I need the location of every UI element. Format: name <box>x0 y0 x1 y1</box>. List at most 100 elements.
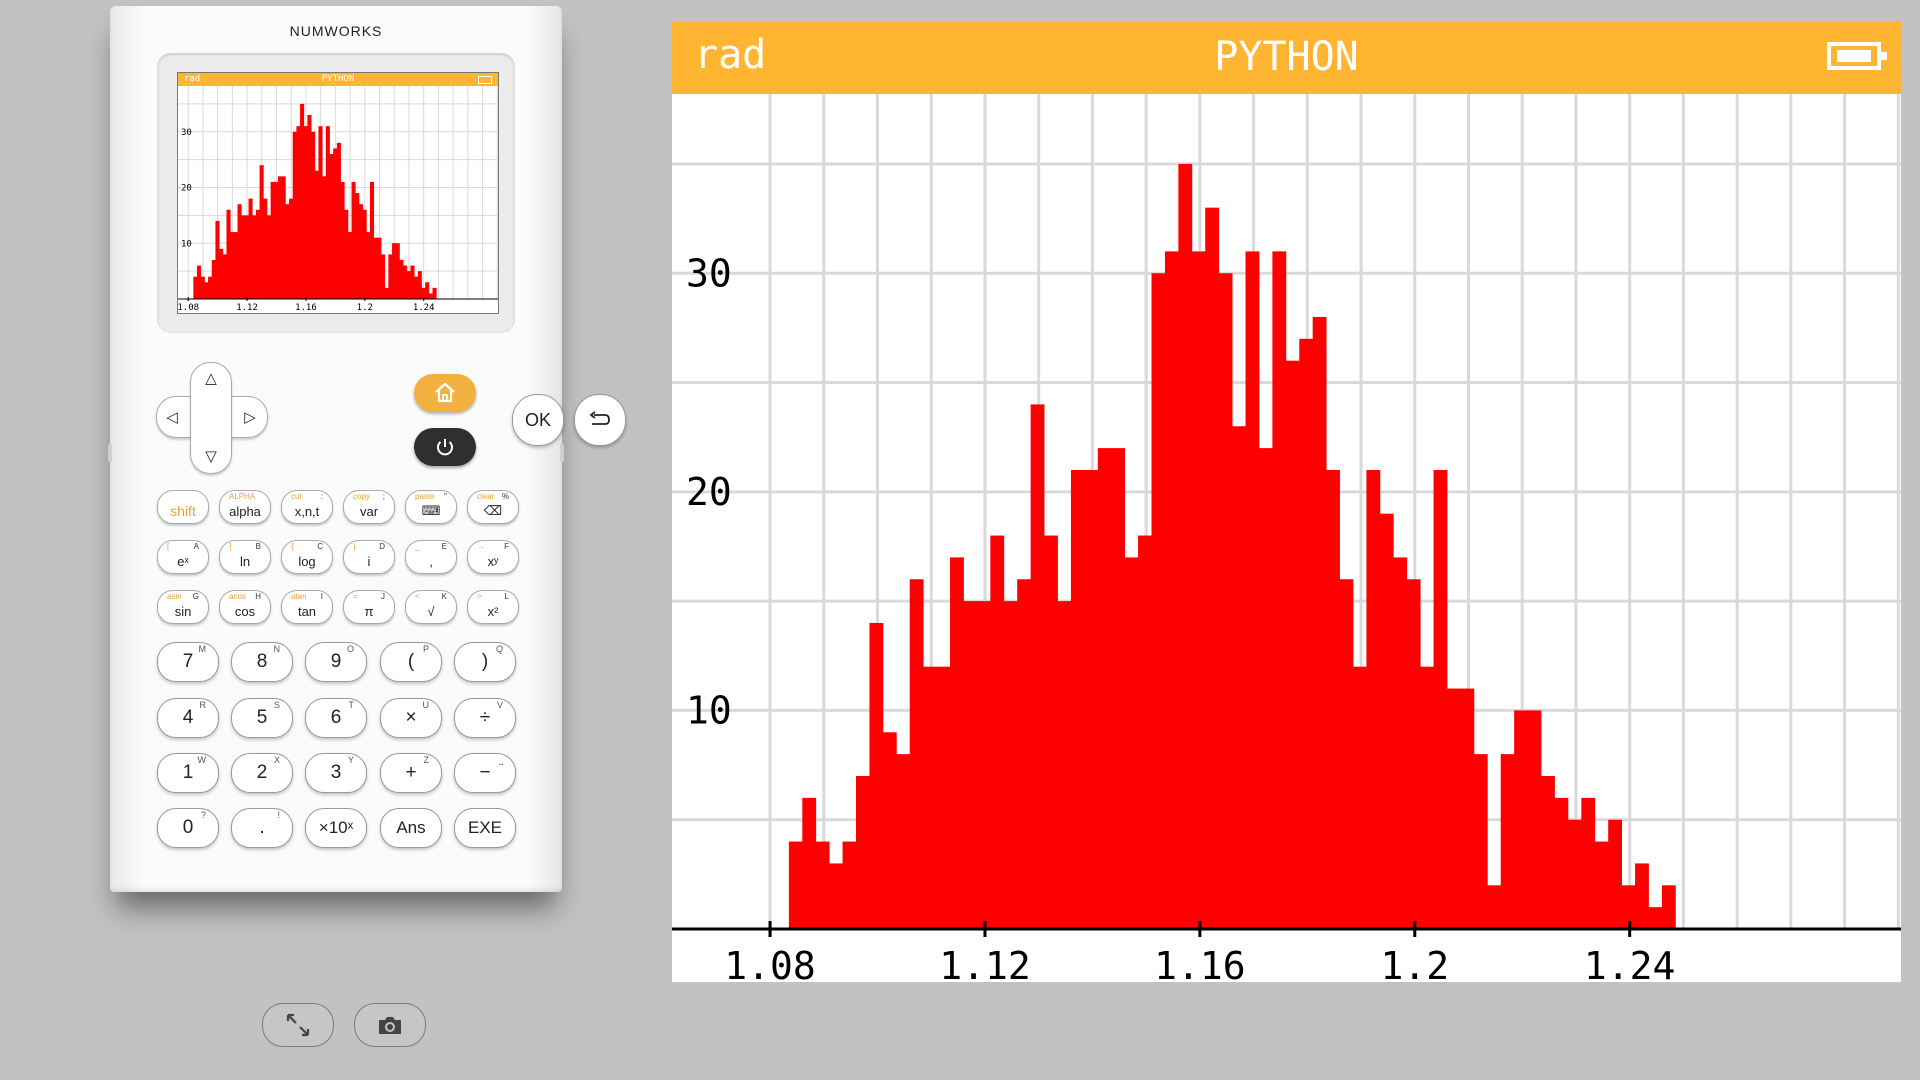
histogram-bar <box>347 232 352 299</box>
histogram-bar <box>1258 448 1273 929</box>
key-1[interactable]: 8N <box>231 642 293 682</box>
x-tick-label: 1.12 <box>236 303 258 313</box>
histogram-chart: 1.08 1.12 1.16 1.2 1.24 10 20 30 <box>672 94 1901 982</box>
dpad-down-icon[interactable]: ▽ <box>201 446 221 466</box>
key-alpha-label: R <box>199 700 207 710</box>
key-17[interactable]: ×10ˣ <box>305 808 367 848</box>
key-function-11[interactable]: → Fxʸ <box>467 540 519 574</box>
key-function-9[interactable]: } Di <box>343 540 395 574</box>
key-10[interactable]: 1W <box>157 753 219 793</box>
histogram-bar <box>1312 316 1327 929</box>
dpad-right-icon[interactable]: ▷ <box>240 407 260 427</box>
key-secondary-label: = <box>353 592 358 601</box>
key-alpha-label: W <box>197 755 207 765</box>
histogram-bar <box>1111 448 1126 929</box>
dpad[interactable]: △ ▽ ◁ ▷ <box>156 362 268 474</box>
histogram-bar <box>1608 819 1623 929</box>
key-function-17[interactable]: > Lx² <box>467 590 519 624</box>
key-alpha-label: P <box>422 644 429 654</box>
key-function-15[interactable]: = Jπ <box>343 590 395 624</box>
key-15[interactable]: 0? <box>157 808 219 848</box>
fullscreen-button[interactable] <box>262 1003 334 1047</box>
key-function-16[interactable]: < K √ <box>405 590 457 624</box>
key-function-4[interactable]: paste " ⌨ <box>405 490 457 524</box>
key-13[interactable]: + Z <box>380 753 442 793</box>
dpad-up-icon[interactable]: △ <box>201 368 221 388</box>
key-2[interactable]: 9O <box>305 642 367 682</box>
histogram-bar <box>1393 557 1408 929</box>
histogram-bar <box>344 209 349 299</box>
ok-button[interactable]: OK <box>512 394 564 446</box>
key-function-12[interactable]: asin Gsin <box>157 590 209 624</box>
key-function-10[interactable]: _ E, <box>405 540 457 574</box>
key-8[interactable]: × U <box>380 698 442 738</box>
x-tick-label: 1.24 <box>413 303 435 313</box>
key-label: + <box>405 762 417 783</box>
key-label: eˣ <box>177 554 189 569</box>
key-label: 1 <box>182 762 194 783</box>
histogram-bar <box>237 204 242 299</box>
key-19[interactable]: EXE <box>454 808 516 848</box>
key-4[interactable]: ) Q <box>454 642 516 682</box>
histogram-bar <box>377 237 382 299</box>
key-3[interactable]: (P <box>380 642 442 682</box>
histogram-bar <box>856 775 870 929</box>
key-9[interactable]: ÷ V <box>454 698 516 738</box>
key-18[interactable]: Ans <box>380 808 442 848</box>
key-function-2[interactable]: cut: x,n,t <box>281 490 333 524</box>
key-function-13[interactable]: acos Hcos <box>219 590 271 624</box>
histogram-bar <box>896 754 911 929</box>
key-alpha-label: ? <box>200 810 206 820</box>
key-16[interactable]: .! <box>231 808 293 848</box>
key-function-1[interactable]: ALPHA alpha <box>219 490 271 524</box>
key-alpha-label: X <box>273 755 280 765</box>
histogram-bar <box>869 622 884 929</box>
histogram-bar <box>392 243 397 299</box>
histogram-bar <box>369 181 375 299</box>
dpad-left-icon[interactable]: ◁ <box>162 407 182 427</box>
histogram-bar <box>200 276 205 299</box>
key-12[interactable]: 3Y <box>305 753 367 793</box>
key-function-5[interactable]: clear% ⌫ <box>467 490 519 524</box>
key-function-6[interactable]: [Aeˣ <box>157 540 209 574</box>
histogram-bar <box>1406 579 1421 929</box>
key-label: x² <box>487 604 499 619</box>
key-7[interactable]: 6T <box>305 698 367 738</box>
histogram-bar <box>963 601 978 929</box>
home-button[interactable] <box>414 374 476 412</box>
key-function-3[interactable]: copy; var <box>343 490 395 524</box>
status-bar: rad PYTHON <box>672 22 1901 94</box>
side-notch-right <box>560 444 564 462</box>
back-button[interactable] <box>574 394 626 446</box>
key-6[interactable]: 5S <box>231 698 293 738</box>
power-button[interactable] <box>414 428 476 466</box>
key-label: 3 <box>330 762 342 783</box>
histogram-bar <box>362 209 367 299</box>
key-alpha-label: S <box>273 700 280 710</box>
key-label: sin <box>174 604 192 619</box>
dpad-center <box>191 397 229 435</box>
x-tick-label: 1.12 <box>939 944 1031 982</box>
key-14[interactable]: − ⎵ <box>454 753 516 793</box>
key-0[interactable]: 7M <box>157 642 219 682</box>
key-shift[interactable]: shift <box>157 490 209 524</box>
key-alpha-label: V <box>496 700 503 710</box>
histogram-bar <box>882 732 897 929</box>
back-arrow-icon <box>589 411 610 425</box>
histogram-bar <box>923 666 938 929</box>
x-tick-label: 1.08 <box>724 944 816 982</box>
histogram-bar <box>222 254 227 299</box>
key-label: √ <box>427 604 435 619</box>
key-function-14[interactable]: atan Itan <box>281 590 333 624</box>
key-function-7[interactable]: ] Bln <box>219 540 271 574</box>
key-label: shift <box>170 503 196 519</box>
key-secondary-label: atan <box>291 592 307 601</box>
histogram-bar <box>909 579 924 929</box>
histogram-bar <box>395 243 400 299</box>
histogram-bar <box>1003 601 1018 929</box>
key-function-8[interactable]: {Clog <box>281 540 333 574</box>
histogram-bar <box>197 265 202 299</box>
key-5[interactable]: 4R <box>157 698 219 738</box>
screenshot-button[interactable] <box>354 1003 426 1047</box>
key-11[interactable]: 2X <box>231 753 293 793</box>
